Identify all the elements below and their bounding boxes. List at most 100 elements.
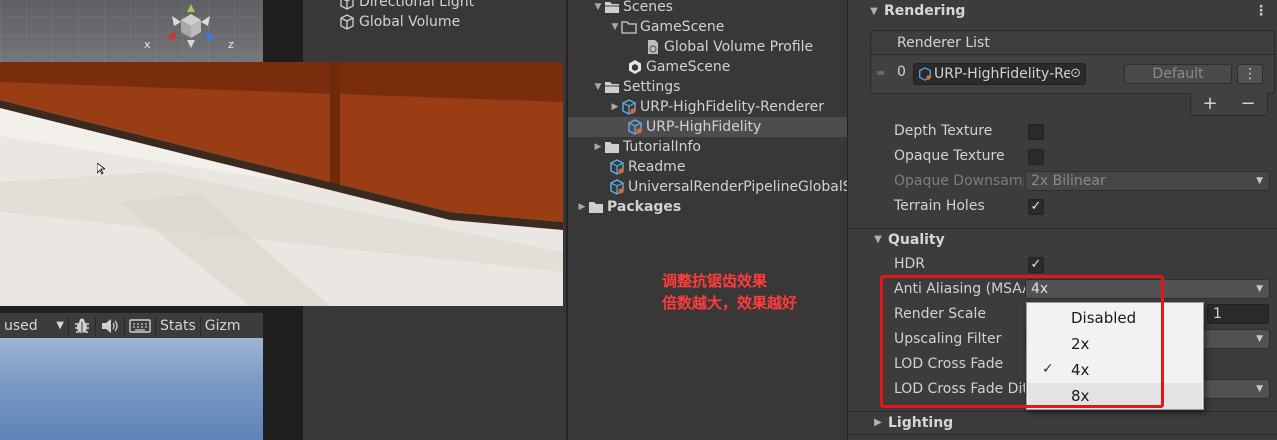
project-item-label: TutorialInfo [623, 139, 701, 155]
section-shadows-header[interactable]: ▶ [848, 434, 1277, 440]
depth-texture-checkbox[interactable] [1028, 124, 1044, 140]
display-dropdown-label: used [4, 317, 38, 334]
chevron-down-icon: ▼ [1256, 176, 1263, 186]
project-item-volume-profile[interactable]: Global Volume Profile [568, 37, 847, 57]
gameobject-icon [340, 0, 354, 10]
menu-item-8x[interactable]: 8x [1028, 383, 1202, 409]
hdr-checkbox[interactable]: ✓ [1028, 257, 1044, 273]
menu-item-label: Disabled [1071, 309, 1137, 327]
folder-icon [589, 202, 603, 213]
project-item-label: Readme [628, 159, 686, 175]
project-folder-packages[interactable]: ▶ Packages [568, 197, 847, 217]
display-dropdown[interactable]: used ▼ [0, 313, 68, 339]
game-view-toolbar: used ▼ Stats Gizm [0, 312, 263, 338]
renderer-object-field[interactable]: URP-HighFidelity-Renderer ⊙ [913, 63, 1086, 85]
game-view[interactable] [0, 62, 563, 306]
volume-profile-icon [648, 40, 658, 54]
chevron-down-icon: ▼ [1256, 334, 1263, 344]
section-title: Rendering [884, 3, 966, 19]
unity-asset-icon [610, 179, 624, 195]
depth-texture-label: Depth Texture [894, 123, 993, 139]
gizmo-x-label: x [144, 38, 151, 51]
renderer-asset-icon [919, 67, 931, 81]
game-view-render [0, 62, 563, 306]
folder-open-icon [621, 21, 637, 34]
collapse-arrow-icon: ▼ [870, 5, 878, 17]
checkmark-icon: ✓ [1042, 361, 1054, 377]
folder-open-icon [605, 2, 619, 13]
audio-icon[interactable] [96, 313, 124, 339]
scene-view[interactable]: x z [0, 0, 263, 62]
anti-aliasing-dropdown[interactable]: 4x ▼ [1025, 279, 1270, 299]
menu-item-label: 2x [1071, 335, 1090, 353]
hierarchy-item-label: Directional Light [359, 0, 475, 10]
unity-asset-icon [610, 159, 624, 175]
terrain-holes-label: Terrain Holes [894, 198, 985, 214]
gizmos-button[interactable]: Gizm [201, 313, 245, 339]
opaque-texture-checkbox[interactable] [1028, 149, 1044, 165]
terrain-holes-checkbox[interactable]: ✓ [1028, 199, 1044, 215]
lod-cross-fade-dither-label: LOD Cross Fade Dithering [894, 381, 1026, 397]
menu-item-2x[interactable]: 2x [1028, 331, 1202, 357]
dropdown-value: 4x [1031, 281, 1049, 297]
annotation-line: 调整抗锯齿效果 [662, 272, 768, 290]
project-item-renderer-asset[interactable]: ▶ URP-HighFidelity-Renderer [568, 97, 847, 117]
expand-arrow-icon[interactable]: ▼ [592, 77, 604, 97]
section-lighting-header[interactable]: ▶ Lighting [848, 411, 1277, 433]
expand-arrow-icon[interactable]: ▼ [592, 0, 604, 17]
annotation-line: 倍数越大，效果越好 [662, 294, 798, 312]
expand-arrow-icon[interactable]: ▶ [576, 197, 588, 217]
project-item-urp-asset-selected[interactable]: URP-HighFidelity [568, 117, 847, 137]
chevron-down-icon: ▼ [56, 320, 64, 331]
section-quality-header[interactable]: ▼ Quality [848, 228, 1277, 250]
kebab-menu-icon[interactable]: ⋮ [1254, 3, 1268, 19]
project-folder-gamescene[interactable]: ▼ GameScene [568, 17, 847, 37]
gizmos-label: Gizm [204, 317, 241, 334]
project-item-label: Scenes [623, 0, 673, 15]
renderer-options-button[interactable]: ⋮ [1237, 64, 1263, 84]
renderer-list-label: Renderer List [897, 34, 990, 51]
section-title: Lighting [888, 414, 954, 431]
bug-icon[interactable] [69, 313, 95, 339]
add-icon[interactable]: + [1202, 93, 1217, 114]
project-item-label: Settings [623, 79, 681, 95]
hierarchy-item[interactable]: Directional Light [339, 0, 474, 12]
object-picker-icon[interactable]: ⊙ [1070, 66, 1081, 81]
stats-label: Stats [160, 317, 196, 334]
hdr-label: HDR [894, 256, 926, 272]
project-folder-scenes[interactable]: ▼ Scenes [568, 0, 847, 17]
renderer-list: Renderer List ═ 0 URP-HighFidelity-Rende… [870, 30, 1275, 94]
mouse-cursor-icon [97, 163, 105, 175]
project-folder-settings[interactable]: ▼ Settings [568, 77, 847, 97]
keyboard-icon[interactable] [125, 313, 155, 339]
project-item-label: URP-HighFidelity-Renderer [640, 99, 825, 115]
render-pipeline-asset-icon [622, 99, 636, 115]
chevron-down-icon: ▼ [1256, 384, 1263, 394]
project-item-readme[interactable]: Readme [568, 157, 847, 177]
hierarchy-item[interactable]: Global Volume [339, 12, 460, 32]
set-default-button[interactable]: Default [1124, 64, 1232, 84]
render-scale-label: Render Scale [894, 306, 986, 322]
expand-arrow-icon[interactable]: ▶ [592, 137, 604, 157]
renderer-name: URP-HighFidelity-Renderer [934, 66, 1070, 82]
unity-scene-icon [629, 60, 641, 74]
project-item-global-settings[interactable]: UniversalRenderPipelineGlobalSettings [568, 177, 847, 197]
expand-arrow-icon[interactable]: ▶ [609, 97, 621, 117]
menu-item-disabled[interactable]: Disabled [1028, 305, 1202, 331]
drag-handle-icon[interactable]: ═ [877, 66, 884, 80]
folder-open-icon [605, 82, 619, 93]
project-item-scene[interactable]: GameScene [568, 57, 847, 77]
scene-preview-sky [0, 338, 263, 440]
remove-icon[interactable]: − [1240, 93, 1255, 114]
section-title: Quality [888, 231, 945, 248]
render-scale-input[interactable]: 1 [1207, 304, 1269, 324]
menu-item-4x[interactable]: ✓ 4x [1028, 357, 1202, 383]
project-item-label: Packages [607, 199, 682, 215]
expand-arrow-icon[interactable]: ▼ [609, 17, 621, 37]
orientation-gizmo-icon[interactable]: x z [144, 4, 239, 56]
stats-button[interactable]: Stats [156, 313, 200, 339]
section-rendering-header[interactable]: ▼ Rendering ⋮ [848, 0, 1277, 22]
project-folder-tutorialinfo[interactable]: ▶ TutorialInfo [568, 137, 847, 157]
renderer-index: 0 [897, 64, 906, 80]
upscaling-filter-label: Upscaling Filter [894, 331, 1002, 347]
